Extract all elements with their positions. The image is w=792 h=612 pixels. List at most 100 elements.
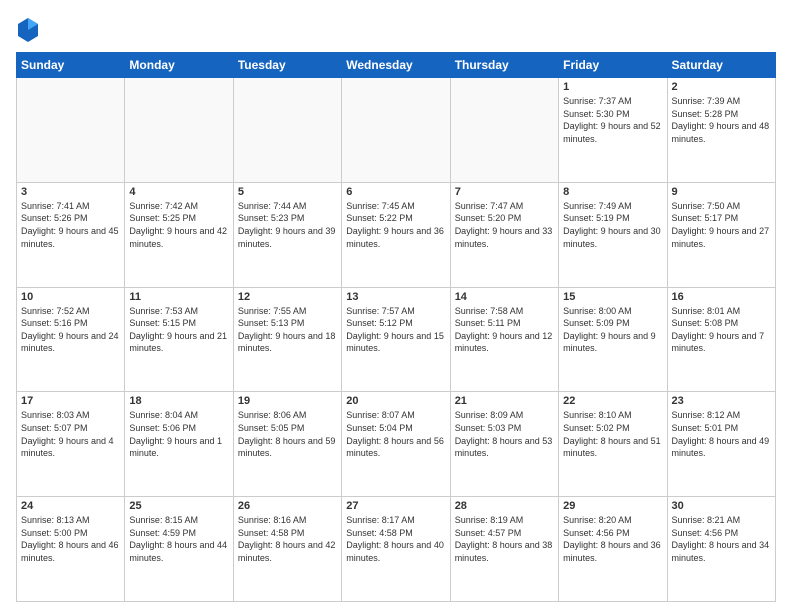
day-number: 11 (129, 291, 228, 303)
week-row-1: 1 Sunrise: 7:37 AMSunset: 5:30 PMDaylight… (17, 78, 776, 183)
header (16, 16, 776, 44)
day-cell: 25 Sunrise: 8:15 AMSunset: 4:59 PMDayligh… (125, 497, 233, 602)
day-number: 16 (672, 291, 771, 303)
week-row-4: 17Sunrise: 8:03 AMSunset: 5:07 PMDayligh… (17, 392, 776, 497)
day-cell (125, 78, 233, 183)
day-number: 26 (238, 500, 337, 512)
day-number: 20 (346, 395, 445, 407)
day-info: Sunrise: 8:12 AMSunset: 5:01 PMDaylight:… (672, 409, 771, 459)
day-number: 10 (21, 291, 120, 303)
day-info: Sunrise: 7:50 AMSunset: 5:17 PMDaylight:… (672, 200, 771, 250)
day-info: Sunrise: 8:19 AMSunset: 4:57 PMDaylight:… (455, 514, 554, 564)
day-info: Sunrise: 8:16 AMSunset: 4:58 PMDaylight:… (238, 514, 337, 564)
day-cell: 10 Sunrise: 7:52 AMSunset: 5:16 PMDayligh… (17, 287, 125, 392)
day-number: 27 (346, 500, 445, 512)
day-info: Sunrise: 7:41 AMSunset: 5:26 PMDaylight:… (21, 200, 120, 250)
day-cell: 18 Sunrise: 8:04 AMSunset: 5:06 PMDayligh… (125, 392, 233, 497)
weekday-saturday: Saturday (667, 53, 775, 78)
weekday-wednesday: Wednesday (342, 53, 450, 78)
day-cell: 24 Sunrise: 8:13 AMSunset: 5:00 PMDayligh… (17, 497, 125, 602)
day-cell: 5Sunrise: 7:44 AMSunset: 5:23 PMDaylight… (233, 182, 341, 287)
day-number: 8 (563, 186, 662, 198)
day-number: 17 (21, 395, 120, 407)
day-cell: 13 Sunrise: 7:57 AMSunset: 5:12 PMDayligh… (342, 287, 450, 392)
day-number: 5 (238, 186, 337, 198)
day-number: 18 (129, 395, 228, 407)
week-row-2: 3Sunrise: 7:41 AMSunset: 5:26 PMDaylight… (17, 182, 776, 287)
day-number: 13 (346, 291, 445, 303)
day-number: 6 (346, 186, 445, 198)
day-number: 19 (238, 395, 337, 407)
day-number: 24 (21, 500, 120, 512)
day-info: Sunrise: 7:52 AMSunset: 5:16 PMDaylight:… (21, 305, 120, 355)
weekday-friday: Friday (559, 53, 667, 78)
day-info: Sunrise: 8:09 AMSunset: 5:03 PMDaylight:… (455, 409, 554, 459)
day-cell (17, 78, 125, 183)
day-cell: 16 Sunrise: 8:01 AMSunset: 5:08 PMDayligh… (667, 287, 775, 392)
day-cell: 8Sunrise: 7:49 AMSunset: 5:19 PMDaylight… (559, 182, 667, 287)
day-info: Sunrise: 8:01 AMSunset: 5:08 PMDaylight:… (672, 305, 771, 355)
day-number: 12 (238, 291, 337, 303)
day-cell: 20 Sunrise: 8:07 AMSunset: 5:04 PMDayligh… (342, 392, 450, 497)
day-cell: 7Sunrise: 7:47 AMSunset: 5:20 PMDaylight… (450, 182, 558, 287)
day-info: Sunrise: 7:47 AMSunset: 5:20 PMDaylight:… (455, 200, 554, 250)
week-row-5: 24 Sunrise: 8:13 AMSunset: 5:00 PMDayligh… (17, 497, 776, 602)
day-cell: 14Sunrise: 7:58 AMSunset: 5:11 PMDayligh… (450, 287, 558, 392)
day-cell: 11 Sunrise: 7:53 AMSunset: 5:15 PMDayligh… (125, 287, 233, 392)
calendar: SundayMondayTuesdayWednesdayThursdayFrid… (16, 52, 776, 602)
day-number: 1 (563, 81, 662, 93)
day-cell: 22Sunrise: 8:10 AMSunset: 5:02 PMDayligh… (559, 392, 667, 497)
week-row-3: 10 Sunrise: 7:52 AMSunset: 5:16 PMDayligh… (17, 287, 776, 392)
day-info: Sunrise: 7:45 AMSunset: 5:22 PMDaylight:… (346, 200, 445, 250)
day-cell: 29 Sunrise: 8:20 AMSunset: 4:56 PMDayligh… (559, 497, 667, 602)
day-info: Sunrise: 8:15 AMSunset: 4:59 PMDaylight:… (129, 514, 228, 564)
day-info: Sunrise: 8:17 AMSunset: 4:58 PMDaylight:… (346, 514, 445, 564)
weekday-thursday: Thursday (450, 53, 558, 78)
day-number: 23 (672, 395, 771, 407)
day-cell: 19 Sunrise: 8:06 AMSunset: 5:05 PMDayligh… (233, 392, 341, 497)
day-cell: 23 Sunrise: 8:12 AMSunset: 5:01 PMDayligh… (667, 392, 775, 497)
day-number: 28 (455, 500, 554, 512)
day-info: Sunrise: 7:57 AMSunset: 5:12 PMDaylight:… (346, 305, 445, 355)
day-number: 2 (672, 81, 771, 93)
weekday-sunday: Sunday (17, 53, 125, 78)
day-number: 15 (563, 291, 662, 303)
weekday-monday: Monday (125, 53, 233, 78)
day-cell: 27 Sunrise: 8:17 AMSunset: 4:58 PMDayligh… (342, 497, 450, 602)
day-info: Sunrise: 8:06 AMSunset: 5:05 PMDaylight:… (238, 409, 337, 459)
day-cell: 2 Sunrise: 7:39 AMSunset: 5:28 PMDaylight… (667, 78, 775, 183)
weekday-tuesday: Tuesday (233, 53, 341, 78)
day-number: 30 (672, 500, 771, 512)
day-cell: 30 Sunrise: 8:21 AMSunset: 4:56 PMDayligh… (667, 497, 775, 602)
day-cell: 3Sunrise: 7:41 AMSunset: 5:26 PMDaylight… (17, 182, 125, 287)
day-cell: 26 Sunrise: 8:16 AMSunset: 4:58 PMDayligh… (233, 497, 341, 602)
day-cell: 12 Sunrise: 7:55 AMSunset: 5:13 PMDayligh… (233, 287, 341, 392)
day-cell: 28 Sunrise: 8:19 AMSunset: 4:57 PMDayligh… (450, 497, 558, 602)
day-info: Sunrise: 8:13 AMSunset: 5:00 PMDaylight:… (21, 514, 120, 564)
day-info: Sunrise: 8:04 AMSunset: 5:06 PMDaylight:… (129, 409, 228, 459)
day-number: 4 (129, 186, 228, 198)
day-cell (233, 78, 341, 183)
day-number: 14 (455, 291, 554, 303)
day-cell (450, 78, 558, 183)
day-info: Sunrise: 7:39 AMSunset: 5:28 PMDaylight:… (672, 95, 771, 145)
day-info: Sunrise: 7:42 AMSunset: 5:25 PMDaylight:… (129, 200, 228, 250)
day-number: 25 (129, 500, 228, 512)
logo-icon (16, 16, 40, 44)
day-number: 21 (455, 395, 554, 407)
day-cell: 4 Sunrise: 7:42 AMSunset: 5:25 PMDaylight… (125, 182, 233, 287)
day-cell: 15 Sunrise: 8:00 AMSunset: 5:09 PMDayligh… (559, 287, 667, 392)
day-info: Sunrise: 7:53 AMSunset: 5:15 PMDaylight:… (129, 305, 228, 355)
day-number: 9 (672, 186, 771, 198)
page: SundayMondayTuesdayWednesdayThursdayFrid… (0, 0, 792, 612)
weekday-header-row: SundayMondayTuesdayWednesdayThursdayFrid… (17, 53, 776, 78)
day-number: 29 (563, 500, 662, 512)
day-cell: 6 Sunrise: 7:45 AMSunset: 5:22 PMDaylight… (342, 182, 450, 287)
day-cell (342, 78, 450, 183)
day-info: Sunrise: 7:55 AMSunset: 5:13 PMDaylight:… (238, 305, 337, 355)
day-info: Sunrise: 8:07 AMSunset: 5:04 PMDaylight:… (346, 409, 445, 459)
day-info: Sunrise: 8:21 AMSunset: 4:56 PMDaylight:… (672, 514, 771, 564)
day-info: Sunrise: 8:20 AMSunset: 4:56 PMDaylight:… (563, 514, 662, 564)
day-info: Sunrise: 8:00 AMSunset: 5:09 PMDaylight:… (563, 305, 662, 355)
day-info: Sunrise: 7:37 AMSunset: 5:30 PMDaylight:… (563, 95, 662, 145)
